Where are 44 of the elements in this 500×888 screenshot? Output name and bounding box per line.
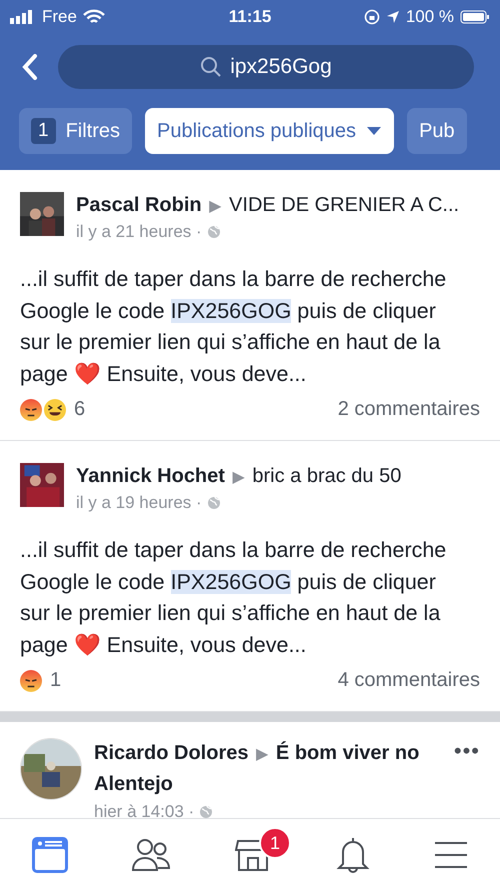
more-button[interactable]: •••	[454, 738, 480, 764]
notification-badge: 1	[258, 827, 291, 859]
comment-count[interactable]: 4 commentaires	[338, 669, 480, 692]
search-icon	[200, 56, 222, 78]
location-arrow-icon	[386, 10, 400, 24]
angry-emoji-icon	[20, 398, 42, 420]
author-name[interactable]: Pascal Robin	[76, 194, 202, 216]
post-text: ...il suffit de taper dans la barre de recherche Google le code IPX256GOG puis de cliquer sur le premier lien qui s’affiche en haut de la page ❤ Ensuite, vous deve...	[20, 537, 448, 658]
post-text: ...il suffit de taper dans la barre de recherche Google le code IPX256GOG puis de cliquer sur le premier lien qui s’affiche en haut de la page ❤ Ensuite, vous deve...	[20, 266, 448, 388]
tab-bar-item[interactable]	[434, 841, 468, 869]
caret-icon	[366, 126, 382, 136]
filter-chip[interactable]: Publications publiques	[145, 108, 394, 154]
clock: 11:15	[228, 7, 272, 27]
triangle-icon: ▶	[232, 467, 245, 486]
reaction-count: 1	[50, 669, 62, 692]
carrier-name: Free	[42, 7, 77, 27]
author-name[interactable]: Yannick Hochet	[76, 465, 225, 487]
filter-count: 1	[31, 118, 56, 144]
tab-bar-item[interactable]: 1	[234, 827, 291, 873]
post-time: il y a 21 heures ·	[76, 222, 202, 242]
post-time: hier à 14:03 ·	[94, 802, 194, 818]
triangle-icon: ▶	[209, 196, 222, 215]
reaction-count: 6	[74, 398, 86, 421]
filter-chip[interactable]: Pub	[407, 108, 467, 154]
back-icon[interactable]	[22, 54, 38, 80]
tab-bar-item[interactable]	[131, 837, 172, 873]
angry-emoji-icon	[20, 670, 42, 692]
comment-count[interactable]: 2 commentaires	[338, 398, 480, 421]
globe-icon	[206, 496, 221, 510]
group-name[interactable]: bric a brac du 50	[252, 465, 402, 487]
post-time: il y a 19 heures ·	[76, 493, 202, 513]
group-name[interactable]: VIDE DE GRENIER A C...	[229, 194, 460, 216]
globe-icon	[199, 805, 214, 818]
wifi-icon	[82, 9, 105, 25]
battery-percent: 100 %	[406, 7, 454, 27]
laughing-emoji-icon	[44, 398, 66, 420]
filters-chip[interactable]: 1 Filtres	[19, 108, 132, 154]
tab-bar-item[interactable]	[32, 837, 68, 873]
tab-bar-item[interactable]	[334, 836, 371, 874]
search-field[interactable]: ipx256Gog	[58, 45, 474, 89]
post-title: Ricardo Dolores ▶ É bom viver no Alentejo	[94, 740, 420, 797]
rotation-lock-icon	[364, 9, 380, 25]
globe-icon	[206, 225, 221, 239]
battery-icon	[460, 10, 490, 24]
